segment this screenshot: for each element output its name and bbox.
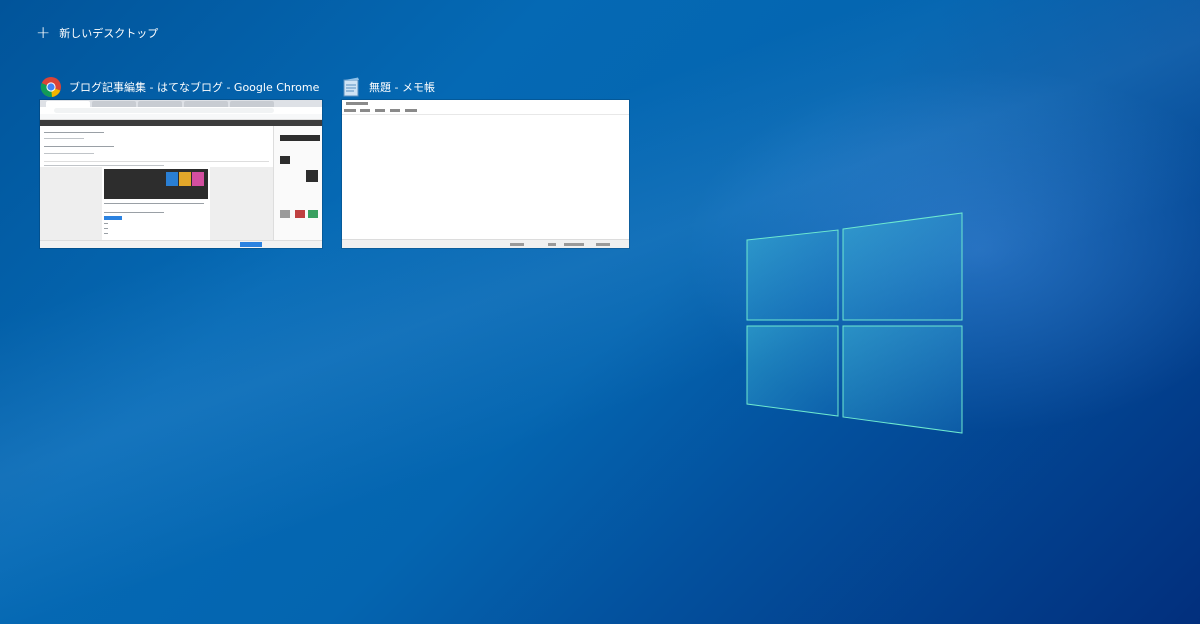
sidebar-panel <box>273 126 322 241</box>
browser-tabs <box>40 100 322 107</box>
window-thumbnail-notepad <box>342 100 629 248</box>
editor-right-margin <box>210 167 273 241</box>
task-view-window-notepad[interactable]: 無題 - メモ帳 <box>342 77 629 248</box>
editor-left-margin <box>40 167 102 241</box>
window-title-bar: 無題 - メモ帳 <box>342 76 435 98</box>
notepad-statusbar <box>342 239 629 248</box>
new-desktop-label: 新しいデスクトップ <box>59 27 159 40</box>
window-title-bar: ブログ記事編集 - はてなブログ - Google Chrome <box>40 76 319 98</box>
window-title: 無題 - メモ帳 <box>369 81 435 94</box>
editor-footer <box>40 240 322 248</box>
notepad-icon <box>343 77 359 97</box>
new-desktop-button[interactable]: + 新しいデスクトップ <box>36 22 158 44</box>
address-bar <box>40 107 322 114</box>
notepad-titlebar <box>342 100 629 107</box>
window-title: ブログ記事編集 - はてなブログ - Google Chrome <box>69 81 320 94</box>
window-thumbnail-chrome <box>40 100 322 248</box>
task-view-window-chrome[interactable]: ブログ記事編集 - はてなブログ - Google Chrome <box>40 77 322 248</box>
plus-icon: + <box>36 22 51 43</box>
chrome-icon <box>40 77 61 97</box>
desktop-background: + 新しいデスクトップ ブログ記事編集 - はてなブログ - Google Ch… <box>0 0 1200 624</box>
notepad-menubar <box>342 107 629 115</box>
